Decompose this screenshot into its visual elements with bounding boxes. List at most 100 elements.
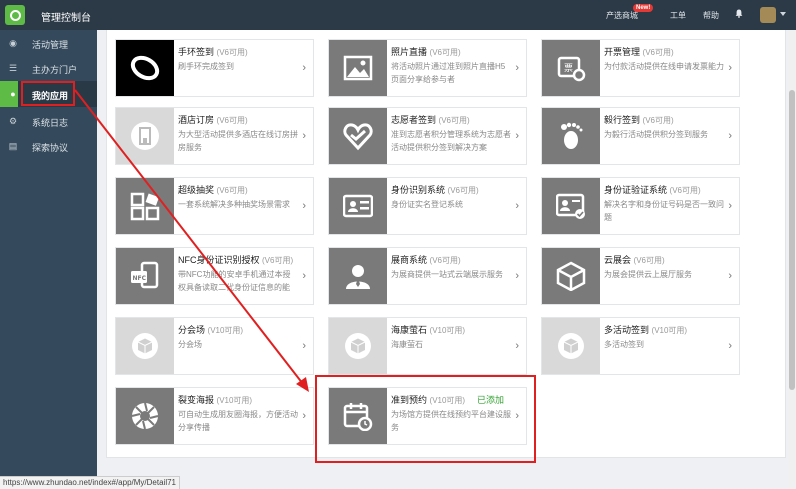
app-card-hotel[interactable]: 酒店订房 (V6可用) 为大型活动提供多酒店在线订房拼房服务 › (115, 107, 314, 165)
chevron-right-icon: › (515, 340, 519, 352)
app-name: 超级抽奖 (V6可用) (178, 185, 248, 195)
app-desc: 为展商提供一站式云端展示服务 (391, 270, 503, 279)
hotel-icon (116, 108, 174, 164)
app-title: 管理控制台 (41, 13, 91, 24)
chevron-right-icon: › (302, 200, 306, 212)
app-desc: 为展会提供云上展厅服务 (604, 270, 692, 279)
chevron-right-icon: › (302, 340, 306, 352)
chevron-right-icon: › (728, 340, 732, 352)
app-desc: 分会场 (178, 340, 202, 349)
app-desc: 将活动照片通过准到照片直播H5页面分享给参与者 (391, 62, 506, 84)
app-card-cloud-expo[interactable]: 云展会 (V6可用) 为展会提供云上展厅服务 › (541, 247, 740, 305)
nfc-icon: NFC (116, 248, 174, 304)
lottery-icon (116, 178, 174, 234)
chevron-right-icon: › (302, 62, 306, 74)
app-desc: 刷手环完成签到 (178, 62, 234, 71)
help-link[interactable]: 帮助 (703, 10, 719, 21)
exhibitor-icon (329, 248, 387, 304)
app-desc: 带NFC功能的安卓手机通过本授权具备读取二代身份证信息的能 (178, 270, 291, 292)
app-card-super-lottery[interactable]: 超级抽奖 (V6可用) 一套系统解决多种抽奖场景需求 › (115, 177, 314, 235)
dashboard-icon: ◉ (9, 38, 17, 48)
app-card-sub-venue[interactable]: 分会场 (V10可用) 分会场 › (115, 317, 314, 375)
app-name: 身份识别系统 (V6可用) (391, 185, 479, 195)
svg-text:票: 票 (564, 63, 573, 74)
app-desc: 多活动签到 (604, 340, 644, 349)
sidebar-item-label: 主办方门户 (32, 65, 78, 75)
app-desc: 为付款活动提供在线申请发票能力 (604, 62, 724, 71)
settings-icon: ⚙ (8, 116, 18, 126)
id-card-icon (329, 178, 387, 234)
photo-icon (329, 40, 387, 96)
chevron-right-icon: › (515, 270, 519, 282)
app-card-exhibitor[interactable]: 展商系统 (V6可用) 为展商提供一站式云端展示服务 › (328, 247, 527, 305)
app-card-id-verify[interactable]: 身份证验证系统 (V6可用) 解决名字和身份证号码是否一致问题 › (541, 177, 740, 235)
app-name: 开票管理 (V6可用) (604, 47, 674, 57)
app-name: 手环签到 (V6可用) (178, 47, 248, 57)
logo[interactable] (5, 5, 25, 25)
mall-link[interactable]: 产选商城 (606, 10, 638, 21)
app-card-hiking-signin[interactable]: 毅行签到 (V6可用) 为毅行活动提供积分签到服务 › (541, 107, 740, 165)
app-card-multi-signin[interactable]: 多活动签到 (V10可用) 多活动签到 › (541, 317, 740, 375)
app-desc: 海康萤石 (391, 340, 423, 349)
box-icon (329, 318, 387, 374)
chevron-right-icon: › (302, 410, 306, 422)
wristband-icon (116, 40, 174, 96)
sidebar-item-label: 探索协议 (32, 143, 69, 153)
app-name: 毅行签到 (V6可用) (604, 115, 674, 125)
chevron-right-icon: › (515, 200, 519, 212)
app-desc: 准到志愿者积分管理系统为志愿者活动提供积分签到解决方案 (391, 130, 511, 152)
scrollbar[interactable] (788, 30, 796, 489)
id-verify-icon (542, 178, 600, 234)
app-name: 裂变海报 (V10可用) (178, 395, 253, 405)
app-card-hikvision[interactable]: 海康萤石 (V10可用) 海康萤石 › (328, 317, 527, 375)
app-card-nfc-id[interactable]: NFC NFC身份证识别授权 (V6可用) 带NFC功能的安卓手机通过本授权具备… (115, 247, 314, 305)
app-desc: 身份证实名登记系统 (391, 200, 463, 209)
invoice-icon: 票 (542, 40, 600, 96)
sidebar-item-protocol[interactable]: ▤ 探索协议 (0, 133, 97, 159)
avatar[interactable] (760, 7, 776, 23)
app-name: 身份证验证系统 (V6可用) (604, 185, 701, 195)
sidebar-item-label: 活动管理 (32, 40, 69, 50)
bell-icon[interactable] (735, 9, 743, 18)
sidebar-item-system-log[interactable]: ⚙ 系统日志 (0, 108, 97, 134)
app-desc: 一套系统解决多种抽奖场景需求 (178, 200, 290, 209)
aperture-icon (116, 388, 174, 444)
chevron-right-icon: › (728, 200, 732, 212)
chevron-right-icon: › (302, 130, 306, 142)
app-desc: 为大型活动提供多酒店在线订房拼房服务 (178, 130, 298, 152)
sidebar-item-label: 系统日志 (32, 118, 69, 128)
app-desc: 为毅行活动提供积分签到服务 (604, 130, 708, 139)
apps-icon: ● (10, 89, 16, 99)
app-name: 志愿者签到 (V6可用) (391, 115, 470, 125)
app-card-wristband-signin[interactable]: 手环签到 (V6可用) 刷手环完成签到 › (115, 39, 314, 97)
app-card-photo-live[interactable]: 照片直播 (V6可用) 将活动照片通过准到照片直播H5页面分享给参与者 › (328, 39, 527, 97)
top-bar: 管理控制台 产选商城 New! 工单 帮助 (0, 0, 796, 30)
list-icon: ☰ (8, 63, 18, 73)
sidebar-item-organizer[interactable]: ☰ 主办方门户 (0, 55, 97, 81)
app-card-volunteer-signin[interactable]: 志愿者签到 (V6可用) 准到志愿者积分管理系统为志愿者活动提供积分签到解决方案… (328, 107, 527, 165)
app-desc: 可自动生成朋友圈海报，方便活动分享传播 (178, 410, 298, 432)
app-card-invoice[interactable]: 票 开票管理 (V6可用) 为付款活动提供在线申请发票能力 › (541, 39, 740, 97)
box-icon (542, 318, 600, 374)
box-icon (116, 318, 174, 374)
chevron-right-icon: › (728, 130, 732, 142)
highlight-box-card (315, 375, 536, 463)
app-card-fission-poster[interactable]: 裂变海报 (V10可用) 可自动生成朋友圈海报，方便活动分享传播 › (115, 387, 314, 445)
chevron-right-icon: › (302, 270, 306, 282)
chevron-down-icon[interactable] (780, 12, 786, 16)
status-url: https://www.zhundao.net/index#/app/My/De… (0, 476, 180, 489)
app-name: 海康萤石 (V10可用) (391, 325, 466, 335)
app-name: 展商系统 (V6可用) (391, 255, 461, 265)
cloud-expo-icon (542, 248, 600, 304)
scrollbar-thumb[interactable] (789, 90, 795, 390)
sidebar-item-activity[interactable]: ◉ 活动管理 (0, 30, 97, 56)
volunteer-icon (329, 108, 387, 164)
app-card-id-recognition[interactable]: 身份识别系统 (V6可用) 身份证实名登记系统 › (328, 177, 527, 235)
app-name: NFC身份证识别授权 (V6可用) (178, 255, 294, 265)
chevron-right-icon: › (728, 62, 732, 74)
app-name: 照片直播 (V6可用) (391, 47, 461, 57)
ticket-link[interactable]: 工单 (670, 10, 686, 21)
document-icon: ▤ (8, 141, 18, 151)
chevron-right-icon: › (515, 130, 519, 142)
svg-text:NFC: NFC (133, 275, 147, 282)
